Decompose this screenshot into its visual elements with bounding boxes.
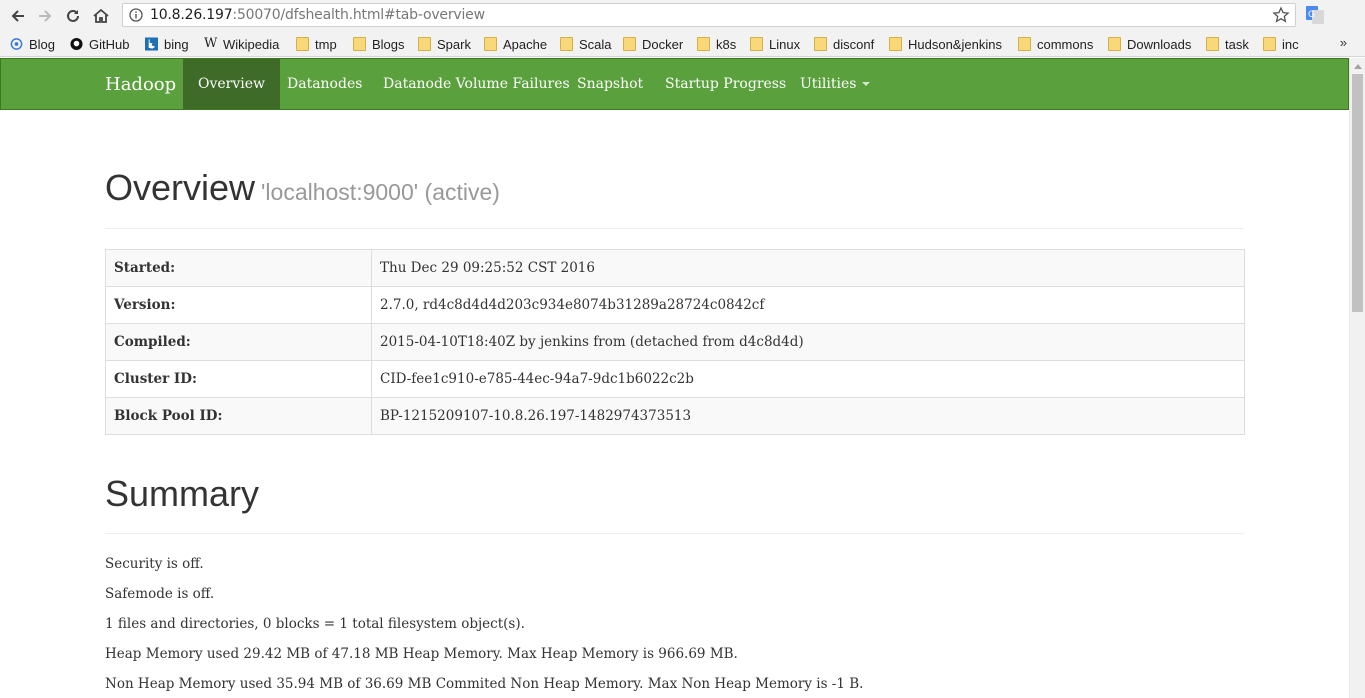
translate-extension-icon[interactable]: G (1306, 6, 1324, 24)
folder-icon (560, 37, 573, 51)
nav-utilities-dropdown[interactable]: Utilities (785, 59, 885, 109)
folder-icon (623, 37, 636, 51)
bookmark-folder[interactable]: Linux (750, 35, 800, 53)
bookmark-folder[interactable]: Scala (560, 35, 612, 53)
bookmark-folder[interactable]: Blogs (353, 35, 405, 53)
overview-title: Overview (105, 167, 256, 208)
bookmark-folder[interactable]: Downloads (1108, 35, 1191, 53)
row-value: 2015-04-10T18:40Z by jenkins from (detac… (371, 323, 1245, 361)
address-bar[interactable]: 10.8.26.197:50070/dfshealth.html#tab-ove… (122, 3, 1296, 27)
bing-icon (145, 37, 158, 51)
bookmark-folder[interactable]: task (1206, 35, 1249, 53)
overview-subtitle: 'localhost:9000' (active) (261, 179, 500, 205)
summary-line: Safemode is off. (105, 586, 215, 602)
summary-line: 1 files and directories, 0 blocks = 1 to… (105, 616, 525, 632)
bookmark-github[interactable]: GitHub (70, 35, 129, 53)
brand-logo[interactable]: Hadoop (105, 74, 176, 95)
row-value: CID-fee1c910-e785-44ec-94a7-9dc1b6022c2b (371, 360, 1245, 398)
folder-icon (418, 37, 431, 51)
folder-icon (1206, 37, 1219, 51)
nav-startup-progress[interactable]: Startup Progress (650, 59, 801, 109)
bookmark-folder[interactable]: Docker (623, 35, 683, 53)
summary-line: Security is off. (105, 556, 204, 572)
scrollbar-thumb[interactable] (1352, 74, 1363, 312)
row-value: 2.7.0, rd4c8d4d4d203c934e8074b31289a2872… (371, 286, 1245, 324)
reload-icon[interactable] (63, 6, 83, 26)
divider (105, 228, 1244, 229)
url-text: 10.8.26.197:50070/dfshealth.html#tab-ove… (150, 7, 485, 23)
table-row: Started: Thu Dec 29 09:25:52 CST 2016 (105, 249, 1245, 287)
row-key: Version: (105, 286, 372, 324)
nav-snapshot[interactable]: Snapshot (562, 59, 658, 109)
bookmark-folder[interactable]: tmp (296, 35, 337, 53)
divider (105, 533, 1244, 534)
folder-icon (296, 37, 309, 51)
folder-icon (814, 37, 827, 51)
folder-icon (484, 37, 497, 51)
scroll-up-arrow-icon[interactable] (1354, 64, 1362, 69)
summary-heading: Summary (105, 473, 260, 514)
bookmark-blog[interactable]: Blog (10, 35, 55, 53)
row-key: Started: (105, 249, 372, 287)
forward-icon[interactable] (35, 6, 55, 26)
row-value: Thu Dec 29 09:25:52 CST 2016 (371, 249, 1245, 287)
bookmarks-bar: Blog GitHub bing W Wikipedia tmp Blogs S… (0, 31, 1365, 57)
nav-utilities-label: Utilities (800, 76, 857, 92)
row-key: Compiled: (105, 323, 372, 361)
folder-icon (750, 37, 763, 51)
nav-datanode-volume-failures[interactable]: Datanode Volume Failures (368, 59, 585, 109)
caret-down-icon (862, 82, 871, 86)
home-icon[interactable] (91, 6, 111, 26)
overview-table: Started: Thu Dec 29 09:25:52 CST 2016 Ver… (105, 249, 1245, 435)
table-row: Cluster ID: CID-fee1c910-e785-44ec-94a7-9… (105, 360, 1245, 398)
row-key: Cluster ID: (105, 360, 372, 398)
nav-datanodes[interactable]: Datanodes (272, 59, 377, 109)
bookmark-star-icon[interactable] (1272, 6, 1290, 24)
github-icon (70, 37, 83, 51)
folder-icon (1263, 37, 1276, 51)
bookmark-folder[interactable]: commons (1018, 35, 1093, 53)
folder-icon (1108, 37, 1121, 51)
row-value: BP-1215209107-10.8.26.197-1482974373513 (371, 397, 1245, 435)
back-icon[interactable] (8, 6, 28, 26)
summary-line: Heap Memory used 29.42 MB of 47.18 MB He… (105, 646, 738, 662)
svg-text:G: G (1308, 10, 1315, 20)
table-row: Version: 2.7.0, rd4c8d4d4d203c934e8074b31… (105, 286, 1245, 324)
folder-icon (353, 37, 366, 51)
bookmarks-overflow-button[interactable]: » (1340, 35, 1347, 50)
blog-icon (10, 38, 23, 50)
folder-icon (697, 37, 710, 51)
table-row: Compiled: 2015-04-10T18:40Z by jenkins fr… (105, 323, 1245, 361)
bookmark-folder[interactable]: inc (1263, 35, 1299, 53)
bookmark-folder[interactable]: Apache (484, 35, 547, 53)
overview-heading: Overview'localhost:9000' (active) (105, 167, 500, 209)
bookmark-folder[interactable]: disconf (814, 35, 874, 53)
table-row: Block Pool ID: BP-1215209107-10.8.26.197-… (105, 397, 1245, 435)
bookmark-folder[interactable]: k8s (697, 35, 736, 53)
row-key: Block Pool ID: (105, 397, 372, 435)
nav-overview[interactable]: Overview (183, 59, 281, 109)
page-scrollbar[interactable] (1349, 58, 1365, 698)
info-icon[interactable] (129, 8, 143, 22)
folder-icon (1018, 37, 1031, 51)
browser-toolbar: 10.8.26.197:50070/dfshealth.html#tab-ove… (0, 0, 1365, 31)
bookmark-folder[interactable]: Hudson&jenkins (889, 35, 1002, 53)
summary-line: Non Heap Memory used 35.94 MB of 36.69 M… (105, 676, 864, 692)
bookmark-folder[interactable]: Spark (418, 35, 471, 53)
bookmark-wikipedia[interactable]: W Wikipedia (204, 35, 279, 53)
folder-icon (889, 37, 902, 51)
bookmark-bing[interactable]: bing (145, 35, 189, 53)
wikipedia-icon: W (204, 36, 218, 51)
hadoop-navbar: Hadoop Overview Datanodes Datanode Volum… (0, 58, 1349, 110)
